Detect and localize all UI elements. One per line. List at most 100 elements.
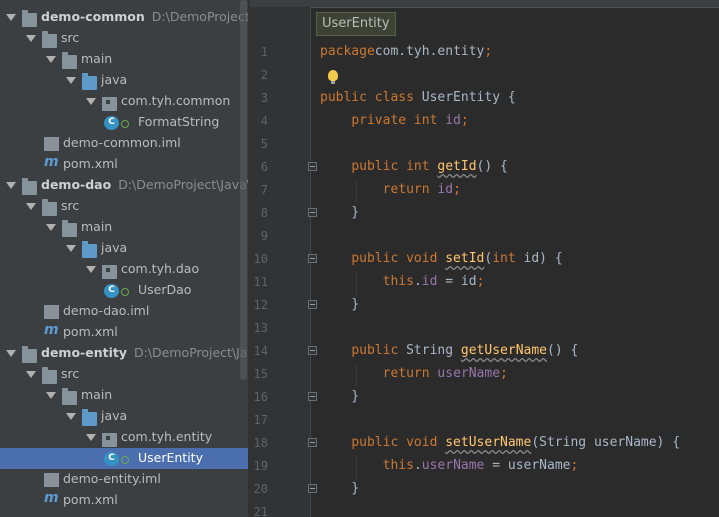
expand-arrow-icon[interactable]: [6, 350, 16, 357]
expand-arrow-icon[interactable]: [66, 245, 76, 252]
tree-item-module[interactable]: demo-dao D:\DemoProject\Java\D: [0, 175, 248, 196]
tree-item-label: UserDao: [138, 282, 192, 297]
line-number: 2: [260, 68, 268, 82]
tree-item-label: demo-entity.iml: [63, 471, 161, 486]
tree-item-label: main: [81, 51, 113, 66]
tree-item-module[interactable]: demo-entity D:\DemoProject\Java: [0, 343, 248, 364]
line-number: 20: [253, 482, 268, 496]
expand-arrow-icon[interactable]: [86, 434, 96, 441]
code-token: .: [413, 274, 422, 289]
tree-item-srcfolder[interactable]: java: [0, 406, 248, 427]
tree-item-package[interactable]: com.tyh.common: [0, 91, 248, 112]
tree-item-iml[interactable]: demo-entity.iml: [0, 469, 248, 490]
expand-arrow-icon[interactable]: [66, 77, 76, 84]
code-token: getUserName: [460, 343, 547, 358]
expand-arrow-icon[interactable]: [86, 98, 96, 105]
expand-arrow-icon[interactable]: [46, 224, 56, 231]
indent-guide: [356, 180, 357, 203]
code-token: setId: [445, 251, 485, 266]
fold-marker-icon[interactable]: [308, 162, 317, 171]
code-token: = userName: [484, 458, 571, 473]
folder-icon: [62, 388, 77, 405]
code-token: return: [382, 182, 438, 197]
tree-item-srcfolder[interactable]: java: [0, 70, 248, 91]
expand-arrow-icon[interactable]: [26, 203, 36, 210]
fold-marker-icon[interactable]: [308, 300, 317, 309]
tree-item-label: demo-dao: [41, 177, 112, 192]
tree-item-folder[interactable]: main: [0, 385, 248, 406]
code-line: this.id = id;: [320, 274, 485, 289]
fold-marker-icon[interactable]: [308, 208, 317, 217]
tree-item-package[interactable]: com.tyh.entity: [0, 427, 248, 448]
tree-item-pom[interactable]: m pom.xml: [0, 322, 248, 343]
code-token: ;: [460, 113, 469, 128]
expand-arrow-icon[interactable]: [46, 56, 56, 63]
line-number: 19: [253, 459, 268, 473]
tree-item-pom[interactable]: m pom.xml: [0, 154, 248, 175]
maven-file-icon: m: [44, 322, 59, 338]
line-number: 6: [260, 160, 268, 174]
expand-arrow-icon[interactable]: [86, 266, 96, 273]
expand-arrow-icon[interactable]: [6, 14, 16, 21]
tree-item-package[interactable]: com.tyh.dao: [0, 259, 248, 280]
fold-marker-icon[interactable]: [308, 484, 317, 493]
fold-marker-icon[interactable]: [308, 438, 317, 447]
tree-item-folder[interactable]: src: [0, 196, 248, 217]
code-token: public void: [351, 435, 446, 450]
maven-file-icon: m: [44, 154, 59, 170]
java-class-icon: C: [104, 284, 129, 298]
fold-marker-icon[interactable]: [308, 254, 317, 263]
code-line: }: [320, 205, 359, 220]
fold-marker-icon[interactable]: [308, 346, 317, 355]
tree-item-label: demo-common: [41, 9, 145, 24]
line-number: 9: [260, 229, 268, 243]
code-token: userName: [421, 458, 485, 473]
code-line: public String getUserName() {: [320, 343, 578, 358]
tree-item-pom[interactable]: m pom.xml: [0, 490, 248, 511]
tree-item-label: java: [101, 240, 128, 255]
expand-arrow-icon[interactable]: [26, 35, 36, 42]
code-token: public: [351, 343, 407, 358]
tree-item-label: com.tyh.entity: [121, 429, 213, 444]
tree-scrollbar[interactable]: [240, 0, 247, 380]
tree-item-iml[interactable]: demo-common.iml: [0, 133, 248, 154]
tree-item-folder[interactable]: main: [0, 217, 248, 238]
line-number: 14: [253, 344, 268, 358]
code-token: public class: [320, 90, 422, 105]
folder-icon: [42, 199, 57, 216]
breadcrumb[interactable]: UserEntity: [316, 12, 396, 36]
tree-item-srcfolder[interactable]: java: [0, 238, 248, 259]
tree-item-module[interactable]: demo-common D:\DemoProject\Ja: [0, 7, 248, 28]
folder-icon: [62, 220, 77, 237]
line-number: 11: [253, 275, 268, 289]
folder-icon: [42, 367, 57, 384]
expand-arrow-icon[interactable]: [26, 371, 36, 378]
code-line: return id;: [320, 182, 461, 197]
tree-item-label: UserEntity: [138, 450, 203, 465]
line-number: 4: [260, 114, 268, 128]
code-token: getId: [437, 159, 477, 174]
tree-item-folder[interactable]: src: [0, 28, 248, 49]
tree-item-iml[interactable]: demo-dao.iml: [0, 301, 248, 322]
tree-item-folder[interactable]: src: [0, 364, 248, 385]
tree-item-class[interactable]: C UserEntity: [0, 448, 248, 469]
expand-arrow-icon[interactable]: [46, 392, 56, 399]
code-token: package: [320, 44, 375, 59]
code-token: this: [382, 274, 414, 289]
project-tree: demo-commonD:\DemoProject\Jasrcmainjavac…: [0, 0, 248, 517]
tree-item-class[interactable]: C UserDao: [0, 280, 248, 301]
java-class-icon: C: [104, 452, 129, 466]
expand-arrow-icon[interactable]: [66, 413, 76, 420]
line-number: 18: [253, 436, 268, 450]
tree-item-folder[interactable]: main: [0, 49, 248, 70]
intention-bulb-icon[interactable]: [328, 70, 338, 84]
line-number: 1: [260, 45, 268, 59]
tree-item-class[interactable]: C FormatString: [0, 112, 248, 133]
code-editor[interactable]: UserEntity 1 packagecom.tyh.entity; 2 3 publ…: [250, 0, 719, 517]
fold-marker-icon[interactable]: [308, 392, 317, 401]
tree-item-label: pom.xml: [63, 492, 118, 507]
expand-arrow-icon[interactable]: [6, 182, 16, 189]
code-line: return userName;: [320, 366, 508, 381]
